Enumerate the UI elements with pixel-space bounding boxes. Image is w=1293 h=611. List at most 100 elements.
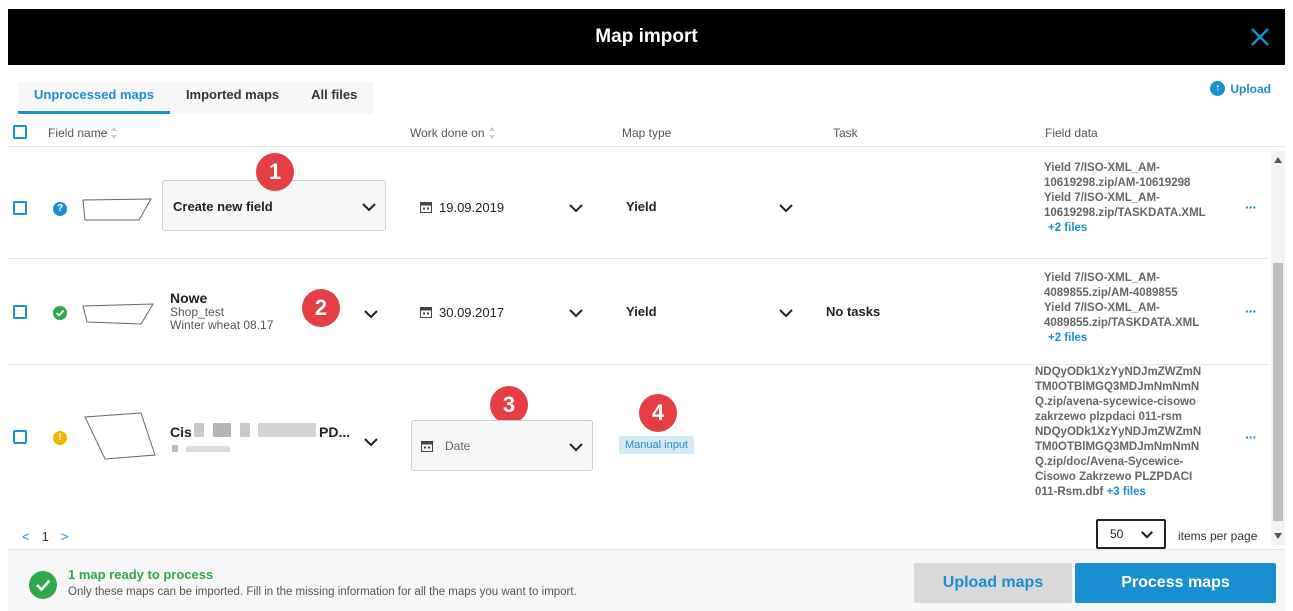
header-field-name[interactable]: Field name [48,126,118,140]
sort-icon [488,127,496,139]
field-chevron-down-icon[interactable] [363,309,379,319]
scroll-thumb[interactable] [1273,263,1283,521]
warning-status-icon: ! [53,431,67,445]
items-per-page-label: items per page [1178,529,1258,543]
field-shape-thumbnail [82,198,152,221]
field-data-files: NDQyODk1XzYyNDJmZWZmN TM0OTBlMGQ3MDJmNmN… [1035,365,1201,500]
field-crop: Winter wheat 08.17 [170,318,274,332]
chevron-down-icon [362,203,376,212]
tab-imported-maps[interactable]: Imported maps [170,82,295,114]
footer-bar: 1 map ready to process Only these maps c… [8,549,1285,611]
file-line: Yield 7/ISO-XML_AM- [1044,192,1160,204]
calendar-icon [421,441,433,452]
file-line: 4089855.zip/AM-4089855 [1044,287,1178,299]
date-placeholder: Date [445,439,471,453]
upload-link-label: Upload [1230,81,1271,96]
work-date: 19.09.2019 [439,200,505,215]
row-checkbox[interactable] [13,305,27,319]
header-field-data: Field data [1045,126,1098,140]
check-circle-icon [29,571,57,599]
file-line: TM0OTBlMGQ3MDJmNmNmN [1035,441,1200,453]
file-line: NDQyODk1XzYyNDJmZWZmN [1035,426,1202,438]
redacted-text [258,423,316,437]
field-shape-thumbnail [84,412,156,460]
vertical-scrollbar[interactable] [1271,151,1285,545]
calendar-icon [420,307,432,318]
items-per-page-select[interactable]: 50 [1096,519,1166,549]
upload-maps-button[interactable]: Upload maps [914,563,1072,603]
file-line: 10619298.zip/AM-10619298 [1044,177,1191,189]
header-work-done-on[interactable]: Work done on [410,126,496,140]
check-status-icon [53,306,67,320]
more-options-icon[interactable]: ··· [1245,303,1257,319]
field-farm: Shop_test [170,305,225,319]
next-page-button[interactable]: > [61,529,69,544]
header-map-type-label: Map type [622,126,672,140]
file-line: 011-Rsm.dbf [1035,486,1104,498]
redacted-text [213,423,231,437]
task-value: No tasks [826,304,881,319]
header-field-name-label: Field name [48,126,108,140]
map-import-dialog: Map import Unprocessed maps Imported map… [8,9,1285,611]
header-work-done-on-label: Work done on [410,126,485,140]
title-bar: Map import [8,9,1285,65]
file-line: Cisowo Zakrzewo PLZPDACI [1035,471,1193,483]
date-picker-dropdown[interactable]: Date [411,420,593,471]
header-map-type: Map type [622,126,671,140]
scroll-up-icon[interactable] [1274,157,1282,163]
more-files-link[interactable]: +2 files [1048,221,1206,236]
field-name-end: PD... [319,424,351,440]
chevron-down-icon [1141,531,1153,539]
field-chevron-down-icon[interactable] [363,437,379,447]
map-type-chevron-down-icon[interactable] [778,203,794,213]
callout-badge-1: 1 [256,153,294,191]
file-line: TM0OTBlMGQ3MDJmNmNmN [1035,381,1200,393]
manual-input-button[interactable]: Manual input [619,436,694,454]
header-field-data-label: Field data [1045,126,1098,140]
dialog-title: Map import [595,26,698,47]
map-type-value: Yield [626,304,657,319]
callout-badge-2: 2 [302,289,340,327]
current-page[interactable]: 1 [42,529,49,544]
ready-status-title: 1 map ready to process [68,567,214,582]
upload-arrow-icon: ↑ [1210,81,1226,96]
file-line: Yield 7/ISO-XML_AM- [1044,272,1160,284]
pagination: < 1 > [22,529,68,544]
table-row: Nowe Shop_test Winter wheat 08.17 2 30.0… [8,259,1268,365]
upload-link[interactable]: ↑ Upload [1210,81,1271,96]
more-options-icon[interactable]: ··· [1245,199,1257,215]
date-chevron-down-icon[interactable] [568,203,584,213]
file-line: 10619298.zip/TASKDATA.XML [1044,207,1206,219]
tab-all-files[interactable]: All files [295,82,373,114]
map-type-value: Yield [626,199,657,214]
scroll-down-icon[interactable] [1274,533,1282,539]
field-name-start: Cis [170,424,192,440]
select-all-checkbox[interactable] [13,125,27,139]
header-task-label: Task [833,126,858,140]
field-shape-thumbnail [82,303,154,325]
more-files-link[interactable]: +3 files [1107,486,1146,498]
more-options-icon[interactable]: ··· [1245,429,1257,445]
field-data-files: Yield 7/ISO-XML_AM- 10619298.zip/AM-1061… [1044,161,1206,236]
prev-page-button[interactable]: < [22,529,30,544]
file-line: Q.zip/doc/Avena-Sycewice- [1035,456,1184,468]
close-icon[interactable] [1249,26,1271,48]
map-type-chevron-down-icon[interactable] [778,308,794,318]
date-chevron-down-icon[interactable] [568,308,584,318]
field-data-files: Yield 7/ISO-XML_AM- 4089855.zip/AM-40898… [1044,271,1199,346]
file-line: Yield 7/ISO-XML_AM- [1044,302,1160,314]
row-checkbox[interactable] [13,201,27,215]
table-row: ! Cis PD... 3 Date 4 Manual input NDQyOD… [8,365,1268,513]
row-checkbox[interactable] [13,430,27,444]
file-line: NDQyODk1XzYyNDJmZWZmN [1035,366,1202,378]
callout-badge-4: 4 [639,394,677,432]
process-maps-button[interactable]: Process maps [1075,563,1276,603]
table-header: Field name Work done on Map type Task Fi… [8,117,1285,147]
more-files-link[interactable]: +2 files [1048,331,1199,346]
calendar-icon [420,202,432,213]
tab-unprocessed-maps[interactable]: Unprocessed maps [18,82,170,114]
work-date: 30.09.2017 [439,305,505,320]
redacted-text [186,446,230,452]
field-name: Nowe [170,290,208,306]
field-select-value: Create new field [173,199,273,214]
